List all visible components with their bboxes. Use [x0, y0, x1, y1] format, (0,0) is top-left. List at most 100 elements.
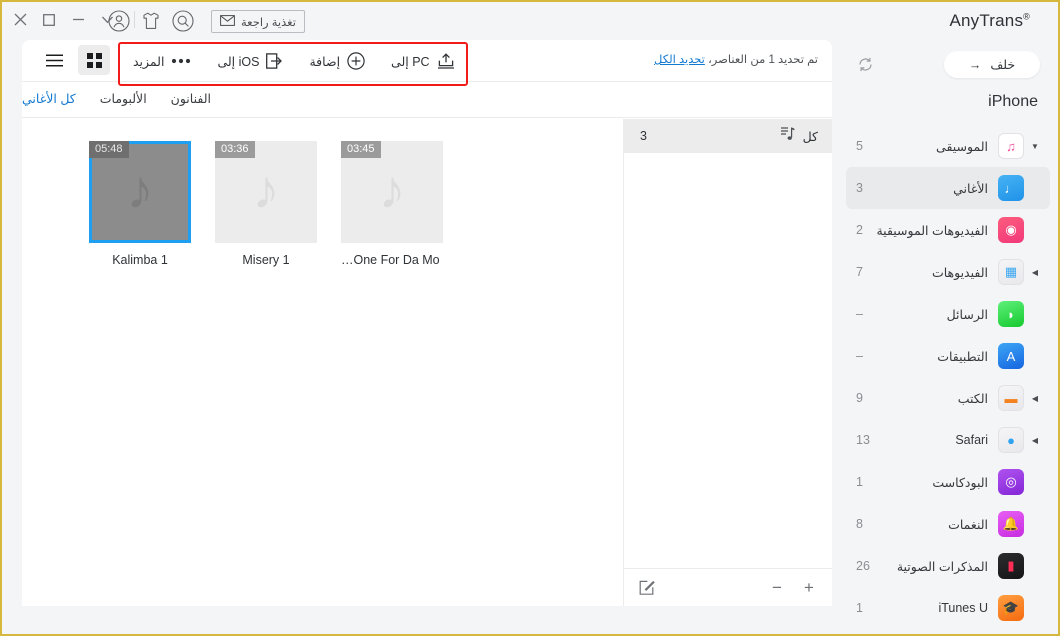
playlist-note-icon: [780, 126, 795, 147]
minimize-icon[interactable]: [70, 12, 86, 28]
tab-0[interactable]: كل الأغاني: [22, 91, 76, 108]
plus-circle-icon: [347, 52, 365, 70]
feedback-label: تغذية راجعة: [241, 16, 296, 29]
action-to-ios[interactable]: إلى iOS: [204, 44, 296, 78]
export-to-pc-icon: [437, 53, 455, 69]
device-name: iPhone: [988, 93, 1038, 110]
title-bar: تغذية راجعة AnyTrans®: [2, 2, 1058, 42]
sidebar-item-count: 5: [856, 139, 863, 153]
sidebar-item-label: الرسائل: [946, 307, 988, 322]
remove-playlist-button[interactable]: −: [768, 578, 786, 597]
panel-toolbar: إلى PC إضافة إلى iOS المزيد تم تحديد 1 م…: [22, 40, 832, 82]
sidebar-item-count: 1: [856, 475, 863, 489]
back-button[interactable]: خلف →: [944, 51, 1040, 78]
music-videos-icon: ◉: [998, 217, 1024, 243]
songs-icon: ♩: [998, 175, 1024, 201]
maximize-icon[interactable]: [41, 12, 57, 28]
action-add[interactable]: إضافة: [296, 44, 378, 78]
sidebar-item-count: 1: [856, 601, 863, 615]
music-icon: ♫: [998, 133, 1024, 159]
refresh-icon[interactable]: [852, 52, 878, 78]
sidebar-item-music[interactable]: ▼ ♫ الموسيقى 5: [846, 125, 1050, 167]
account-icon[interactable]: [107, 9, 131, 33]
sidebar-item-label: الفيديوهات: [931, 265, 988, 280]
sidebar-item-ringtones[interactable]: 🔔 النغمات 8: [846, 503, 1050, 545]
sidebar-item-list: ▼ ♫ الموسيقى 5 ♩ الأغاني 3 ◉ الفيديوهات الموسيقي…: [840, 125, 1056, 629]
close-icon[interactable]: [12, 12, 28, 28]
more-dots-icon: [171, 58, 191, 64]
sidebar-item-voice-memos[interactable]: ▮ المذكرات الصوتية 26: [846, 545, 1050, 587]
arrow-right-icon: →: [968, 57, 982, 72]
ringtones-icon: 🔔: [998, 511, 1024, 537]
music-note-icon: ♪: [378, 160, 406, 220]
sidebar-item-count: –: [856, 307, 863, 321]
chevron-left-icon[interactable]: ◀: [1028, 436, 1042, 445]
sidebar-item-music-videos[interactable]: ◉ الفيديوهات الموسيقية 2: [846, 209, 1050, 251]
action-export-to-pc[interactable]: إلى PC: [378, 44, 468, 78]
tab-1[interactable]: الألبومات: [100, 91, 147, 108]
sidebar-item-songs[interactable]: ♩ الأغاني 3: [846, 167, 1050, 209]
song-thumbnail[interactable]: 03:36 ♪: [215, 141, 317, 243]
song-item[interactable]: 03:36 ♪ Misery 1: [215, 141, 317, 267]
song-item[interactable]: 05:48 ♪ Kalimba 1: [89, 141, 191, 267]
sidebar-item-count: 3: [856, 181, 863, 195]
podcasts-icon: ◎: [998, 469, 1024, 495]
playlist-footer-buttons: − +: [768, 578, 818, 597]
sidebar-item-label: المذكرات الصوتية: [896, 559, 988, 574]
list-view-button[interactable]: [38, 45, 70, 75]
action-label: إلى iOS: [217, 54, 260, 69]
books-icon: ▬: [998, 385, 1024, 411]
feedback-button[interactable]: تغذية راجعة: [211, 10, 305, 33]
sidebar-item-podcasts[interactable]: ◎ البودكاست 1: [846, 461, 1050, 503]
sidebar-item-messages[interactable]: ◗ الرسائل –: [846, 293, 1050, 335]
song-duration: 05:48: [89, 141, 129, 158]
main-panel: إلى PC إضافة إلى iOS المزيد تم تحديد 1 م…: [22, 40, 832, 606]
chevron-left-icon[interactable]: ◀: [1028, 394, 1042, 403]
sidebar-item-books[interactable]: ◀ ▬ الكتب 9: [846, 377, 1050, 419]
sidebar-item-label: البودكاست: [932, 475, 988, 490]
edit-icon[interactable]: [638, 579, 656, 597]
action-toolbar: إلى PC إضافة إلى iOS المزيد: [120, 42, 468, 80]
action-more[interactable]: المزيد: [120, 44, 204, 78]
playlist-panel: كل 3 − +: [623, 119, 832, 606]
song-thumbnail[interactable]: 05:48 ♪: [89, 141, 191, 243]
chevron-left-icon[interactable]: ◀: [1028, 268, 1042, 277]
back-label: خلف: [990, 58, 1016, 72]
tabs-bar: كل الأغاني الألبومات الفنانون: [22, 82, 832, 118]
sidebar-item-apps[interactable]: A التطبيقات –: [846, 335, 1050, 377]
song-title: …One For Da Mo 1: [341, 253, 443, 267]
song-thumbnail[interactable]: 03:45 ♪: [341, 141, 443, 243]
playlist-panel-header: كل 3: [624, 119, 832, 153]
sidebar-item-count: 2: [856, 223, 863, 237]
apps-icon: A: [998, 343, 1024, 369]
page-title: AnyTrans®: [949, 11, 1030, 31]
voice-memos-icon: ▮: [998, 553, 1024, 579]
envelope-icon: [220, 14, 235, 29]
search-icon[interactable]: [171, 9, 195, 33]
music-note-icon: ♪: [252, 160, 280, 220]
titlebar-icon-group: [107, 9, 195, 33]
grid-view-button[interactable]: [78, 45, 110, 75]
skin-icon[interactable]: [139, 9, 163, 33]
select-all-link[interactable]: تحديد الكل: [654, 54, 705, 66]
song-duration: 03:45: [341, 141, 381, 158]
itunes-u-icon: 🎓: [998, 595, 1024, 621]
sidebar-item-count: 7: [856, 265, 863, 279]
sidebar-item-label: الموسيقى: [936, 139, 988, 154]
sidebar-item-safari[interactable]: ◀ ● Safari 13: [846, 419, 1050, 461]
sidebar-item-count: 13: [856, 433, 870, 447]
sidebar-item-itunes-u[interactable]: 🎓 iTunes U 1: [846, 587, 1050, 629]
sidebar-item-label: iTunes U: [938, 601, 988, 615]
sidebar-item-label: الكتب: [957, 391, 988, 406]
sidebar-item-count: 9: [856, 391, 863, 405]
content-area: 03:45 ♪ …One For Da Mo 1 03:36 ♪ Misery 1 05:4…: [22, 119, 832, 606]
sidebar: خلف → iPhone ▼ ♫ الموسيقى 5 ♩ الأغاني 3 ◉ الفيدي…: [840, 42, 1056, 632]
song-grid-wrapper: 03:45 ♪ …One For Da Mo 1 03:36 ♪ Misery 1 05:4…: [22, 119, 623, 606]
music-note-icon: ♪: [126, 160, 154, 220]
chevron-down-icon[interactable]: ▼: [1028, 142, 1042, 151]
sidebar-item-videos[interactable]: ◀ ▦ الفيديوهات 7: [846, 251, 1050, 293]
playlist-header-count: 3: [640, 129, 647, 143]
song-item[interactable]: 03:45 ♪ …One For Da Mo 1: [341, 141, 443, 267]
add-playlist-button[interactable]: +: [800, 578, 818, 597]
tab-2[interactable]: الفنانون: [171, 91, 211, 108]
